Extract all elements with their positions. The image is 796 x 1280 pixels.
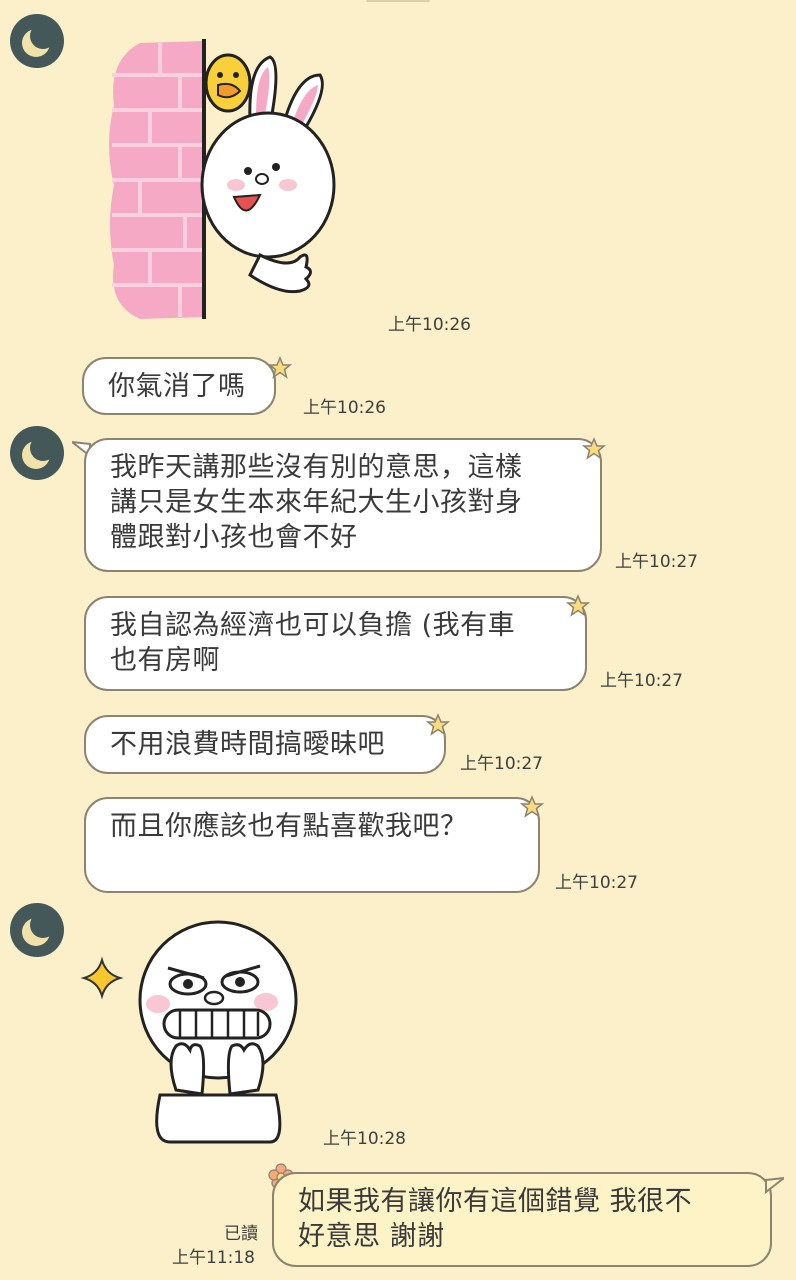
top-handle (366, 0, 430, 2)
bubble-tail (765, 1176, 784, 1195)
read-status: 已讀 (224, 1224, 258, 1244)
message-bubble[interactable]: 我自認為經濟也可以負擔 (我有車 也有房啊 (84, 596, 587, 691)
message-bubble[interactable]: 我昨天講那些沒有別的意思，這樣 講只是女生本來年紀大生小孩對身 體跟對小孩也會不… (84, 438, 602, 572)
message-bubble[interactable]: 不用浪費時間搞曖昧吧 (84, 715, 446, 774)
message-time: 上午10:27 (615, 552, 698, 572)
contact-avatar[interactable] (10, 426, 64, 480)
my-message-bubble[interactable]: 如果我有讓你有這個錯覺 我很不 好意思 謝謝 (272, 1172, 772, 1267)
message-time: 上午10:27 (600, 671, 683, 691)
message-time: 上午10:27 (555, 873, 638, 893)
star-icon (268, 356, 292, 379)
crescent-moon-icon (22, 435, 56, 469)
sticker-peeking-bunny[interactable] (100, 35, 350, 329)
contact-avatar[interactable] (10, 903, 64, 957)
message-time: 上午10:27 (460, 754, 543, 774)
message-bubble[interactable]: 而且你應該也有點喜歡我吧？ (84, 797, 540, 893)
crescent-moon-icon (22, 23, 56, 57)
message-bubble[interactable]: 你氣消了嗎 (82, 357, 276, 415)
star-icon (566, 594, 590, 617)
message-time: 上午10:26 (303, 398, 386, 418)
sticker-grinning-moon[interactable] (80, 920, 310, 1149)
message-time: 上午11:18 (172, 1248, 255, 1268)
star-icon (582, 437, 606, 460)
crescent-moon-icon (22, 912, 56, 946)
contact-avatar[interactable] (10, 14, 64, 68)
message-time: 上午10:28 (323, 1129, 406, 1149)
message-time: 上午10:26 (388, 315, 471, 335)
star-icon (426, 713, 450, 736)
star-icon (520, 795, 544, 818)
